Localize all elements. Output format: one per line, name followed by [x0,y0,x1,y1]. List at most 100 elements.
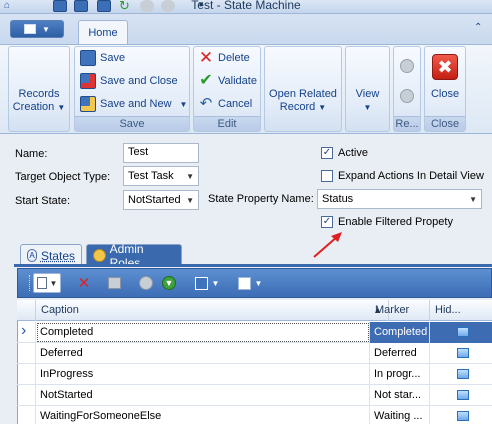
open-related-record-button[interactable]: Open Related Record ▼ [266,88,340,114]
delete-icon: ✕ [198,48,214,67]
table-row[interactable]: NotStarted Not star... [17,385,492,406]
cell-marker[interactable]: Not star... [370,385,430,406]
row-current-indicator-icon: › [17,322,36,343]
tab-home[interactable]: Home [78,20,128,45]
chevron-down-icon: ▼ [186,171,194,181]
search-button[interactable]: ▼ [233,273,267,293]
table-row[interactable]: › Completed Completed [17,322,492,343]
chevron-down-icon: ▼ [42,24,50,34]
cell-hidden[interactable] [430,406,492,424]
row-indicator-cell [17,343,36,364]
records-creation-label: Records Creation [12,88,60,113]
target-object-type-label: Target Object Type: [15,171,111,183]
delete-label: Delete [218,52,250,64]
document-icon [24,24,37,34]
save-label: Save [100,52,126,64]
row-indicator-cell [17,364,36,385]
hidden-flag-icon [457,369,469,379]
start-state-select[interactable]: NotStarted ▼ [123,190,199,210]
validate-check-icon: ✔ [199,72,213,89]
save-layout-button[interactable]: ▼ [190,273,224,293]
checkbox-checked-icon: ✓ [321,147,333,159]
tab-states-label: States [40,248,75,263]
start-state-label: Start State: [15,195,71,207]
cell-caption[interactable]: Deferred [36,343,370,364]
state-property-name-select[interactable]: Status ▼ [317,189,482,209]
save-and-new-button[interactable]: Save and New ▼ [80,94,187,114]
delete-button[interactable]: ✕ Delete [198,48,250,68]
cell-caption[interactable]: Completed [36,322,370,343]
save-and-close-icon [80,73,96,89]
chevron-down-icon: ▼ [469,194,477,204]
target-object-type-value: Test Task [128,170,174,182]
previous-icon[interactable] [136,273,156,293]
close-button[interactable]: Close [426,88,464,101]
table-row[interactable]: WaitingForSomeoneElse Waiting ... [17,406,492,424]
close-x-icon[interactable]: ✖ [432,54,458,80]
save-icon [80,50,96,66]
cell-marker[interactable]: Completed [370,322,430,343]
row-indicator-cell [17,385,36,406]
cell-caption[interactable]: NotStarted [36,385,370,406]
tabs-underline [14,264,492,267]
chevron-down-icon: ▼ [57,103,66,112]
hidden-flag-icon [457,348,469,358]
cell-caption[interactable]: WaitingForSomeoneElse [36,406,370,424]
search-icon [237,276,251,290]
row-indicator-cell [17,406,36,424]
tab-admin-roles[interactable]: Admin Roles [86,242,182,270]
new-record-button[interactable]: ▼ [33,273,61,293]
name-label: Name: [15,148,48,160]
group-re-label: Re... [394,116,420,131]
previous-record-icon[interactable] [400,59,414,73]
save-and-close-label: Save and Close [100,75,178,87]
collapse-ribbon-icon[interactable]: ⌃ [474,22,486,34]
next-icon[interactable]: ▼ [159,273,179,293]
validate-label: Validate [218,75,257,87]
hidden-flag-icon [457,327,469,337]
cell-caption[interactable]: InProgress [36,364,370,385]
cell-hidden[interactable] [430,364,492,385]
target-object-type-select[interactable]: Test Task ▼ [123,166,199,186]
column-header-hidden[interactable]: Hid... [430,300,492,321]
column-caption-label: Caption [41,304,79,316]
table-row[interactable]: Deferred Deferred [17,343,492,364]
column-header-marker[interactable]: Marker [370,300,430,321]
enable-filtered-property-label: Enable Filtered Propety [338,216,453,228]
validate-button[interactable]: ✔ Validate [198,71,257,91]
view-button[interactable]: View ▼ [346,88,389,114]
save-icon [194,276,208,290]
hidden-flag-icon [457,411,469,421]
name-field[interactable]: Test [123,143,199,163]
link-icon[interactable] [104,273,124,293]
cell-hidden[interactable] [430,322,492,343]
chevron-down-icon: ▼ [186,195,194,205]
cancel-button[interactable]: ↶ Cancel [198,94,253,114]
save-and-close-button[interactable]: Save and Close [80,71,178,91]
active-checkbox[interactable]: ✓ Active [321,147,368,159]
group-save-label: Save [75,116,189,131]
delete-toolbar-icon[interactable]: ✕ [74,273,94,293]
tab-states[interactable]: A States [20,244,82,266]
cell-marker[interactable]: Deferred [370,343,430,364]
header-indicator-cell [17,300,36,321]
enable-filtered-property-checkbox[interactable]: ✓ Enable Filtered Propety [321,216,453,228]
view-label: View [355,88,380,100]
application-menu-button[interactable]: ▼ [10,20,64,38]
records-creation-button[interactable]: Records Creation ▼ [10,88,68,114]
cell-hidden[interactable] [430,385,492,406]
save-button[interactable]: Save [80,48,125,68]
cell-marker[interactable]: Waiting ... [370,406,430,424]
open-related-record-label: Open Related Record [269,88,337,113]
hidden-flag-icon [457,390,469,400]
admin-roles-icon [93,249,106,262]
undo-icon: ↶ [199,95,213,112]
table-row[interactable]: InProgress In progr... [17,364,492,385]
next-record-icon[interactable] [400,89,414,103]
states-icon: A [27,249,37,262]
state-property-name-label: State Property Name: [208,193,314,205]
expand-actions-checkbox[interactable]: Expand Actions In Detail View [321,170,484,182]
column-header-caption[interactable]: Caption ▲ [36,300,389,321]
cell-hidden[interactable] [430,343,492,364]
cell-marker[interactable]: In progr... [370,364,430,385]
